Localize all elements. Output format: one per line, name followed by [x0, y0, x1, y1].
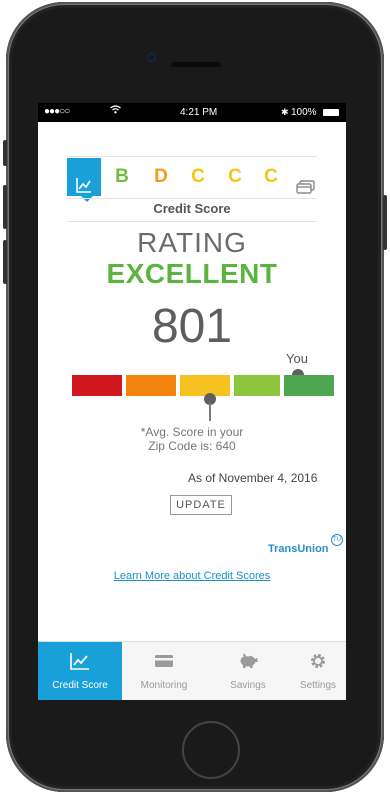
- wifi-icon: [110, 105, 121, 117]
- credit-score-title: Credit Score: [153, 201, 231, 216]
- nav-label: Settings: [299, 680, 337, 691]
- tab-grade-4[interactable]: C: [218, 158, 252, 196]
- tabs-top-divider: [67, 156, 317, 157]
- tab-score-chart[interactable]: [67, 158, 101, 202]
- card-icon: [155, 655, 173, 667]
- home-button[interactable]: [182, 721, 240, 779]
- grade-tabs: B D C C C: [67, 158, 317, 202]
- average-needle: [209, 403, 211, 421]
- average-score-line1: *Avg. Score in your: [140, 425, 244, 439]
- grade-letter: C: [191, 166, 205, 187]
- nav-label: Monitoring: [140, 680, 188, 691]
- earpiece-speaker: [171, 62, 221, 67]
- mute-switch: [3, 140, 7, 166]
- rating-value: EXCELLENT: [106, 258, 278, 289]
- bluetooth-icon: ✱: [281, 107, 289, 117]
- tab-grade-5[interactable]: C: [254, 158, 288, 196]
- title-divider: [67, 221, 317, 222]
- tab-grade-1[interactable]: B: [105, 158, 139, 196]
- signal-indicator: ●●●○○: [44, 106, 70, 117]
- volume-up-button: [3, 185, 7, 229]
- tabs-bottom-divider: [67, 198, 317, 199]
- piggy-bank-icon: [240, 653, 258, 668]
- grade-letter: D: [154, 166, 168, 187]
- score-range-good: [180, 375, 230, 396]
- power-button: [383, 195, 387, 250]
- nav-label: Credit Score: [52, 680, 108, 691]
- you-label: You: [286, 351, 308, 366]
- nav-settings[interactable]: Settings: [290, 642, 346, 700]
- nav-monitoring[interactable]: Monitoring: [122, 642, 206, 700]
- status-bar: ●●●○○ 4:21 PM ✱ 100%: [38, 103, 346, 122]
- tab-grade-3[interactable]: C: [181, 158, 215, 196]
- nav-label: Savings: [230, 680, 266, 691]
- rating-label: RATING: [137, 227, 247, 258]
- battery-icon: [323, 109, 339, 116]
- grade-letter: C: [228, 166, 242, 187]
- score-range-very-good: [234, 375, 280, 396]
- nav-credit-score[interactable]: Credit Score: [38, 642, 122, 700]
- bottom-nav: Credit Score Monitoring Savings Settings: [38, 641, 346, 700]
- tab-grade-2[interactable]: D: [144, 158, 178, 196]
- credit-score-value: 801: [151, 300, 233, 353]
- tab-cards[interactable]: [289, 158, 323, 196]
- volume-down-button: [3, 240, 7, 284]
- score-range-poor: [72, 375, 122, 396]
- nav-savings[interactable]: Savings: [206, 642, 290, 700]
- transunion-logo: TransUnion: [268, 543, 329, 555]
- update-button[interactable]: UPDATE: [170, 495, 232, 515]
- average-score-line2: Zip Code is: 640: [148, 439, 236, 453]
- battery-percent: 100%: [291, 107, 317, 118]
- as-of-date: As of November 4, 2016: [188, 471, 318, 485]
- chart-icon: [70, 653, 89, 670]
- grade-letter: B: [115, 166, 129, 187]
- transunion-badge: TU: [331, 534, 343, 546]
- grade-letter: C: [264, 166, 278, 187]
- score-range-excellent: [284, 375, 334, 396]
- status-time: 4:21 PM: [180, 107, 218, 118]
- front-camera: [147, 53, 156, 62]
- app-screen: ●●●○○ 4:21 PM ✱ 100% B D C C C Credit Sc…: [38, 103, 346, 700]
- gear-icon: [311, 654, 325, 668]
- learn-more-link[interactable]: Learn More about Credit Scores: [38, 570, 346, 582]
- score-range-fair: [126, 375, 176, 396]
